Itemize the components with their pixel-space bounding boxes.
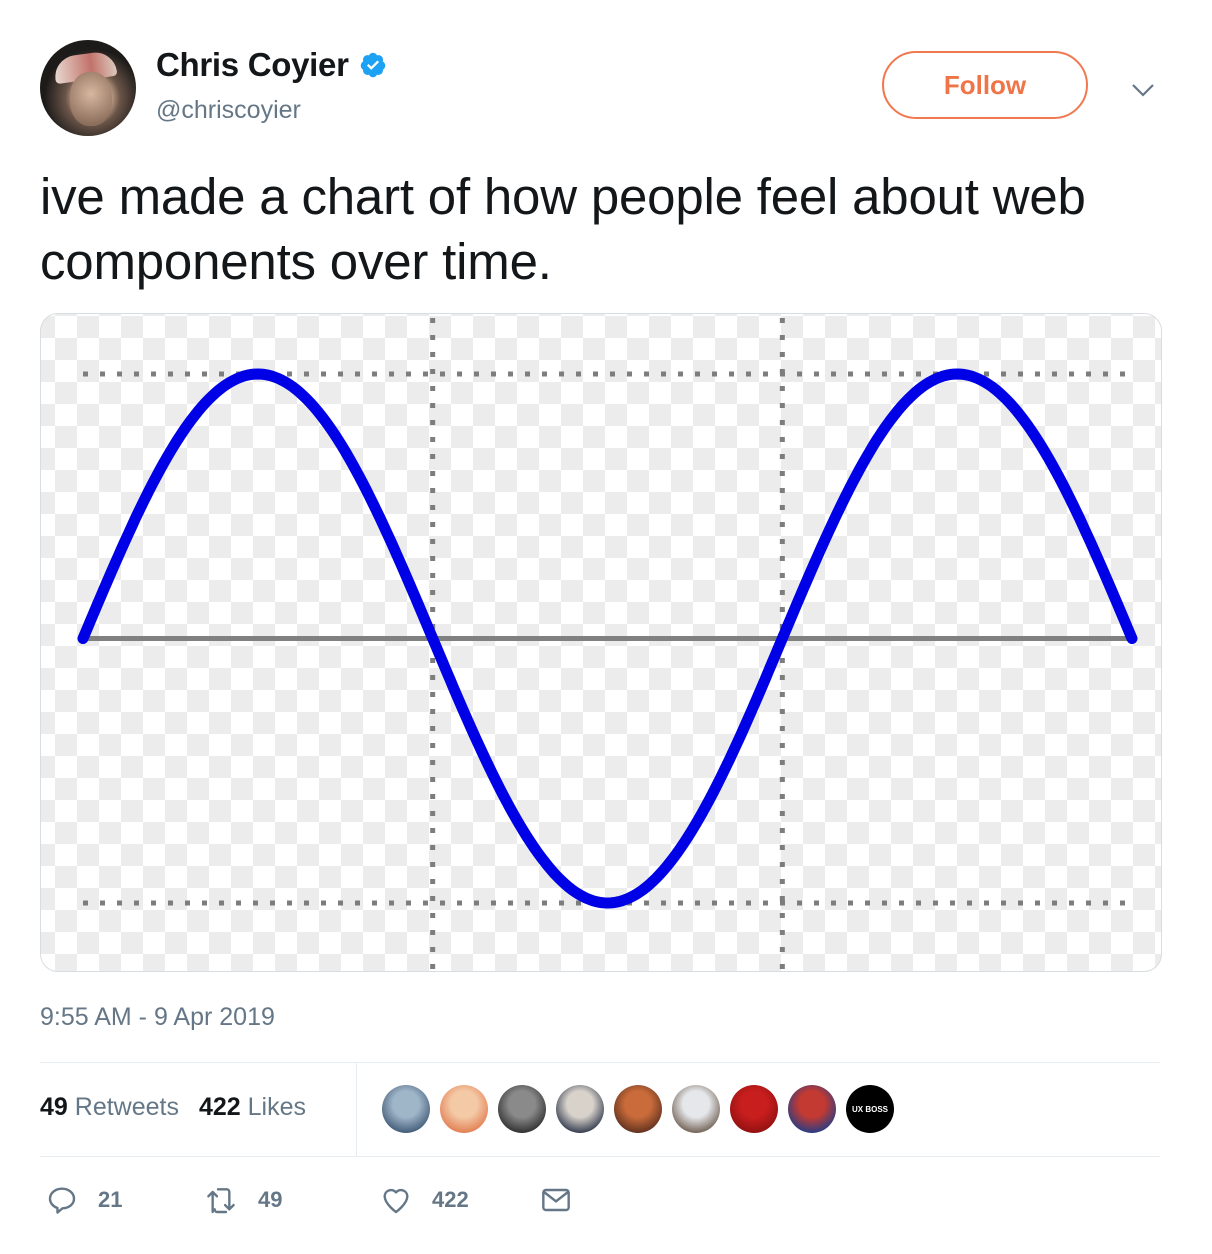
direct-message-button[interactable]	[540, 1184, 572, 1216]
retweet-icon	[207, 1188, 235, 1214]
chevron-down-icon[interactable]	[1128, 78, 1158, 102]
tweet-stats: 49 Retweets 422 Likes	[40, 1093, 306, 1122]
reply-button[interactable]: 21	[46, 1184, 206, 1216]
divider	[40, 1156, 1160, 1157]
liker-8-avatar[interactable]	[788, 1085, 836, 1133]
likes-count: 422	[198, 1093, 241, 1121]
author-name[interactable]: Chris Coyier	[156, 46, 349, 84]
liker-9-avatar[interactable]: UX BOSS	[846, 1085, 894, 1133]
liker-6-avatar[interactable]	[672, 1085, 720, 1133]
likes-stat[interactable]: 422 Likes	[199, 1093, 306, 1122]
liker-4-avatar[interactable]	[556, 1085, 604, 1133]
direct-message-icon	[542, 1188, 570, 1212]
likes-label: Likes	[247, 1093, 307, 1121]
like-count: 422	[432, 1187, 469, 1212]
stats-separator	[356, 1063, 357, 1156]
follow-button[interactable]: Follow	[882, 51, 1088, 119]
retweets-stat[interactable]: 49 Retweets	[40, 1093, 179, 1122]
tweet-media-chart[interactable]	[40, 313, 1162, 972]
tweet-text: ive made a chart of how people feel abou…	[40, 168, 1086, 290]
liker-2-avatar[interactable]	[440, 1085, 488, 1133]
tweet-timestamp[interactable]: 9:55 AM - 9 Apr 2019	[40, 1003, 275, 1032]
liker-3-avatar[interactable]	[498, 1085, 546, 1133]
retweets-count: 49	[40, 1093, 68, 1121]
tweet-actions: 21 49 422	[46, 1184, 572, 1216]
liker-1-avatar[interactable]	[382, 1085, 430, 1133]
like-icon	[383, 1188, 409, 1214]
sine-chart	[77, 318, 1138, 970]
avatar-face	[70, 72, 112, 126]
author-handle[interactable]: @chriscoyier	[156, 96, 301, 125]
liker-5-avatar[interactable]	[614, 1085, 662, 1133]
author-avatar[interactable]	[40, 40, 136, 136]
retweets-label: Retweets	[74, 1093, 179, 1121]
retweet-button[interactable]: 49	[206, 1184, 380, 1216]
retweet-count: 49	[258, 1187, 283, 1212]
reply-count: 21	[98, 1187, 123, 1212]
liker-avatars: UX BOSS	[382, 1085, 894, 1133]
liker-7-avatar[interactable]	[730, 1085, 778, 1133]
like-button[interactable]: 422	[380, 1184, 540, 1216]
reply-icon	[48, 1187, 76, 1214]
author-name-row[interactable]: Chris Coyier	[156, 46, 387, 84]
divider	[40, 1062, 1160, 1063]
verified-badge-icon	[360, 52, 385, 78]
